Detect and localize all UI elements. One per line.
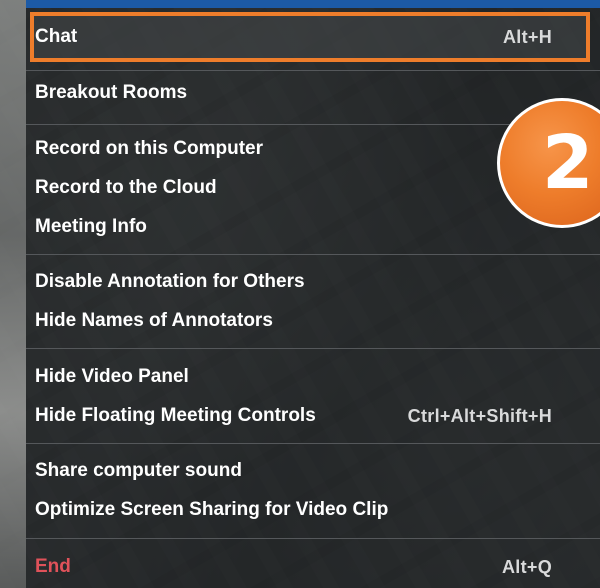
menu-item-record-computer[interactable]: Record on this Computer (0, 130, 574, 168)
menu-separator (26, 348, 600, 349)
menu-item-optimize-video-clip[interactable]: Optimize Screen Sharing for Video Clip (0, 491, 574, 529)
menu-item-label: Breakout Rooms (35, 82, 188, 103)
menu-item-disable-annotation[interactable]: Disable Annotation for Others (0, 263, 574, 301)
menu-item-shortcut: Alt+Q (501, 556, 552, 577)
menu-item-shortcut: Ctrl+Alt+Shift+H (407, 405, 552, 426)
menu-item-share-computer-sound[interactable]: Share computer sound (0, 452, 574, 490)
menu-item-label: Disable Annotation for Others (35, 271, 305, 292)
menu-separator (26, 70, 600, 71)
menu-item-breakout-rooms[interactable]: Breakout Rooms (0, 74, 574, 112)
menu-item-label: Hide Floating Meeting Controls (35, 405, 316, 426)
menu-item-label: Hide Video Panel (35, 366, 189, 387)
menu-item-label: End (35, 556, 71, 577)
menu-item-label: Record to the Cloud (35, 177, 217, 198)
menu-item-hide-annotator-names[interactable]: Hide Names of Annotators (0, 302, 574, 340)
menu-separator (26, 254, 600, 255)
menu-item-label: Chat (35, 26, 78, 47)
title-bar-edge (26, 0, 600, 8)
menu-item-label: Hide Names of Annotators (35, 310, 273, 331)
menu-item-hide-video-panel[interactable]: Hide Video Panel (0, 358, 574, 396)
menu-item-record-cloud[interactable]: Record to the Cloud (0, 169, 574, 207)
menu-item-label: Record on this Computer (35, 138, 264, 159)
menu-separator (26, 443, 600, 444)
menu-item-label: Meeting Info (35, 216, 147, 237)
menu-item-label: Optimize Screen Sharing for Video Clip (35, 499, 389, 520)
menu-item-chat[interactable]: Chat Alt+H (0, 18, 574, 56)
menu-item-label: Share computer sound (35, 460, 242, 481)
menu-item-hide-floating-controls[interactable]: Hide Floating Meeting Controls Ctrl+Alt+… (0, 397, 574, 435)
menu-separator (26, 538, 600, 539)
menu-item-end[interactable]: End Alt+Q (0, 548, 574, 586)
menu-item-shortcut: Alt+H (502, 26, 552, 47)
menu-item-meeting-info[interactable]: Meeting Info (0, 208, 574, 246)
